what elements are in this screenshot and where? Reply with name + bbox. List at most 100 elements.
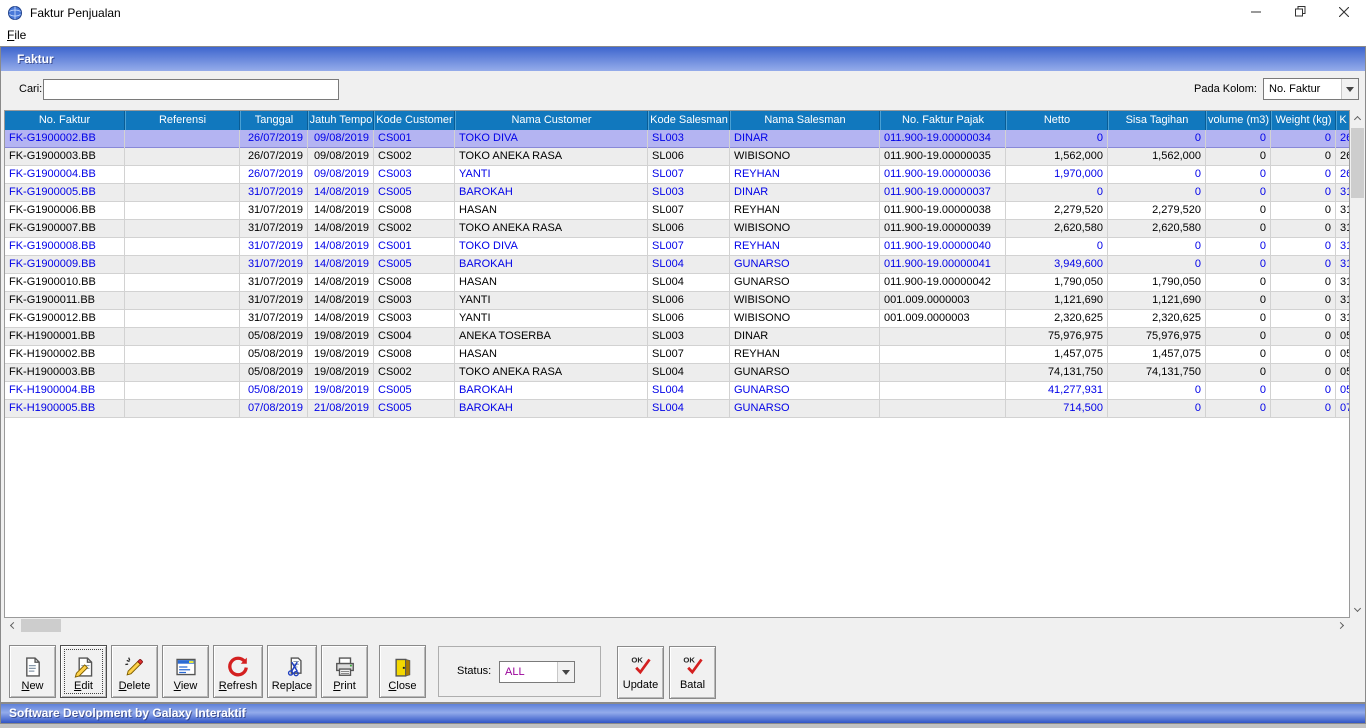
- table-row[interactable]: FK-G1900002.BB26/07/201909/08/2019CS001T…: [5, 130, 1349, 148]
- search-input[interactable]: [43, 79, 339, 100]
- cell-weight: 0: [1271, 184, 1336, 202]
- table-row[interactable]: FK-H1900001.BB05/08/201919/08/2019CS004A…: [5, 328, 1349, 346]
- column-header-no_faktur[interactable]: No. Faktur: [5, 111, 125, 130]
- vertical-scrollbar[interactable]: [1350, 110, 1365, 618]
- cell-kode_customer: CS008: [374, 274, 455, 292]
- cell-sisa_tagihan: 1,790,050: [1108, 274, 1206, 292]
- cell-weight: 0: [1271, 256, 1336, 274]
- table-row[interactable]: FK-G1900010.BB31/07/201914/08/2019CS008H…: [5, 274, 1349, 292]
- update-button[interactable]: OK Update: [617, 646, 664, 699]
- status-dropdown[interactable]: ALL: [499, 661, 575, 683]
- horizontal-scrollbar[interactable]: [4, 618, 1350, 633]
- column-header-netto[interactable]: Netto: [1006, 111, 1108, 130]
- new-button[interactable]: New: [9, 645, 56, 698]
- cell-weight: 0: [1271, 238, 1336, 256]
- cell-jatuh_tempo: 14/08/2019: [308, 184, 374, 202]
- vertical-scrollbar-thumb[interactable]: [1351, 128, 1364, 198]
- column-header-jatuh_tempo[interactable]: Jatuh Tempo: [308, 111, 374, 130]
- cell-k: 31: [1336, 238, 1350, 256]
- cell-sisa_tagihan: 2,279,520: [1108, 202, 1206, 220]
- scroll-left-icon[interactable]: [4, 618, 20, 633]
- view-button[interactable]: View: [162, 645, 209, 698]
- close-button[interactable]: Close: [379, 645, 426, 698]
- edit-button[interactable]: Edit: [60, 645, 107, 698]
- cell-jatuh_tempo: 19/08/2019: [308, 364, 374, 382]
- table-row[interactable]: FK-G1900005.BB31/07/201914/08/2019CS005B…: [5, 184, 1349, 202]
- ok-check-icon: OK: [682, 654, 704, 679]
- table-row[interactable]: FK-H1900003.BB05/08/201919/08/2019CS002T…: [5, 364, 1349, 382]
- window-controls: [1234, 0, 1366, 26]
- cell-kode_customer: CS003: [374, 292, 455, 310]
- replace-button[interactable]: Replace: [267, 645, 317, 698]
- column-header-referensi[interactable]: Referensi: [125, 111, 240, 130]
- menu-item-file[interactable]: File: [0, 26, 33, 44]
- cell-netto: 0: [1006, 130, 1108, 148]
- cell-nama_customer: BAROKAH: [455, 256, 648, 274]
- column-header-volume[interactable]: volume (m3): [1206, 111, 1271, 130]
- cell-jatuh_tempo: 14/08/2019: [308, 292, 374, 310]
- column-header-nama_salesman[interactable]: Nama Salesman: [730, 111, 880, 130]
- cell-kode_customer: CS002: [374, 148, 455, 166]
- column-header-kode_salesman[interactable]: Kode Salesman: [648, 111, 730, 130]
- cell-no_faktur: FK-H1900005.BB: [5, 400, 125, 418]
- column-header-k[interactable]: K: [1336, 111, 1350, 130]
- table-row[interactable]: FK-G1900009.BB31/07/201914/08/2019CS005B…: [5, 256, 1349, 274]
- pada-kolom-dropdown[interactable]: No. Faktur: [1263, 78, 1359, 100]
- scroll-down-icon[interactable]: [1350, 602, 1365, 618]
- table-header: No. FakturReferensiTanggalJatuh TempoKod…: [5, 111, 1349, 130]
- column-header-kode_customer[interactable]: Kode Customer: [374, 111, 455, 130]
- cell-kode_customer: CS008: [374, 346, 455, 364]
- new-document-icon: [22, 655, 44, 679]
- table-row[interactable]: FK-H1900002.BB05/08/201919/08/2019CS008H…: [5, 346, 1349, 364]
- cell-sisa_tagihan: 1,457,075: [1108, 346, 1206, 364]
- update-button-label: Update: [623, 679, 658, 691]
- column-header-sisa_tagihan[interactable]: Sisa Tagihan: [1108, 111, 1206, 130]
- replace-button-label: Replace: [272, 680, 312, 692]
- restore-button[interactable]: [1278, 0, 1322, 26]
- cell-referensi: [125, 400, 240, 418]
- column-header-nama_customer[interactable]: Nama Customer: [455, 111, 648, 130]
- cell-sisa_tagihan: 0: [1108, 184, 1206, 202]
- horizontal-scrollbar-thumb[interactable]: [21, 619, 61, 632]
- cell-netto: 74,131,750: [1006, 364, 1108, 382]
- chevron-down-icon[interactable]: [1341, 79, 1358, 99]
- print-button[interactable]: Print: [321, 645, 368, 698]
- minimize-button[interactable]: [1234, 0, 1278, 26]
- table-row[interactable]: FK-G1900008.BB31/07/201914/08/2019CS001T…: [5, 238, 1349, 256]
- table-row[interactable]: FK-H1900005.BB07/08/201921/08/2019CS005B…: [5, 400, 1349, 418]
- cell-netto: 2,320,625: [1006, 310, 1108, 328]
- status-filter-group: Status: ALL: [438, 646, 601, 697]
- table-row[interactable]: FK-G1900004.BB26/07/201909/08/2019CS003Y…: [5, 166, 1349, 184]
- table-row[interactable]: FK-G1900011.BB31/07/201914/08/2019CS003Y…: [5, 292, 1349, 310]
- ok-check-icon: OK: [630, 654, 652, 679]
- replace-icon: [281, 655, 303, 679]
- scroll-right-icon[interactable]: [1334, 618, 1350, 633]
- table-row[interactable]: FK-G1900006.BB31/07/201914/08/2019CS008H…: [5, 202, 1349, 220]
- cell-kode_salesman: SL006: [648, 220, 730, 238]
- cell-referensi: [125, 184, 240, 202]
- cell-jatuh_tempo: 19/08/2019: [308, 346, 374, 364]
- table-row[interactable]: FK-G1900003.BB26/07/201909/08/2019CS002T…: [5, 148, 1349, 166]
- column-header-weight[interactable]: Weight (kg): [1271, 111, 1336, 130]
- table-row[interactable]: FK-G1900012.BB31/07/201914/08/2019CS003Y…: [5, 310, 1349, 328]
- globe-icon: [7, 5, 23, 21]
- delete-button[interactable]: Delete: [111, 645, 158, 698]
- table-row[interactable]: FK-H1900004.BB05/08/201919/08/2019CS005B…: [5, 382, 1349, 400]
- column-header-tanggal[interactable]: Tanggal: [240, 111, 308, 130]
- cell-nama_customer: TOKO ANEKA RASA: [455, 364, 648, 382]
- batal-button[interactable]: OK Batal: [669, 646, 716, 699]
- faktur-table: No. FakturReferensiTanggalJatuh TempoKod…: [4, 110, 1350, 618]
- table-row[interactable]: FK-G1900007.BB31/07/201914/08/2019CS002T…: [5, 220, 1349, 238]
- close-button[interactable]: [1322, 0, 1366, 26]
- scroll-up-icon[interactable]: [1350, 110, 1365, 126]
- refresh-button[interactable]: Refresh: [213, 645, 263, 698]
- cell-nama_salesman: REYHAN: [730, 238, 880, 256]
- chevron-down-icon[interactable]: [557, 662, 574, 682]
- cell-weight: 0: [1271, 220, 1336, 238]
- cell-jatuh_tempo: 09/08/2019: [308, 148, 374, 166]
- cell-volume: 0: [1206, 328, 1271, 346]
- cell-sisa_tagihan: 1,562,000: [1108, 148, 1206, 166]
- cell-sisa_tagihan: 75,976,975: [1108, 328, 1206, 346]
- column-header-no_faktur_pajak[interactable]: No. Faktur Pajak: [880, 111, 1006, 130]
- cell-weight: 0: [1271, 292, 1336, 310]
